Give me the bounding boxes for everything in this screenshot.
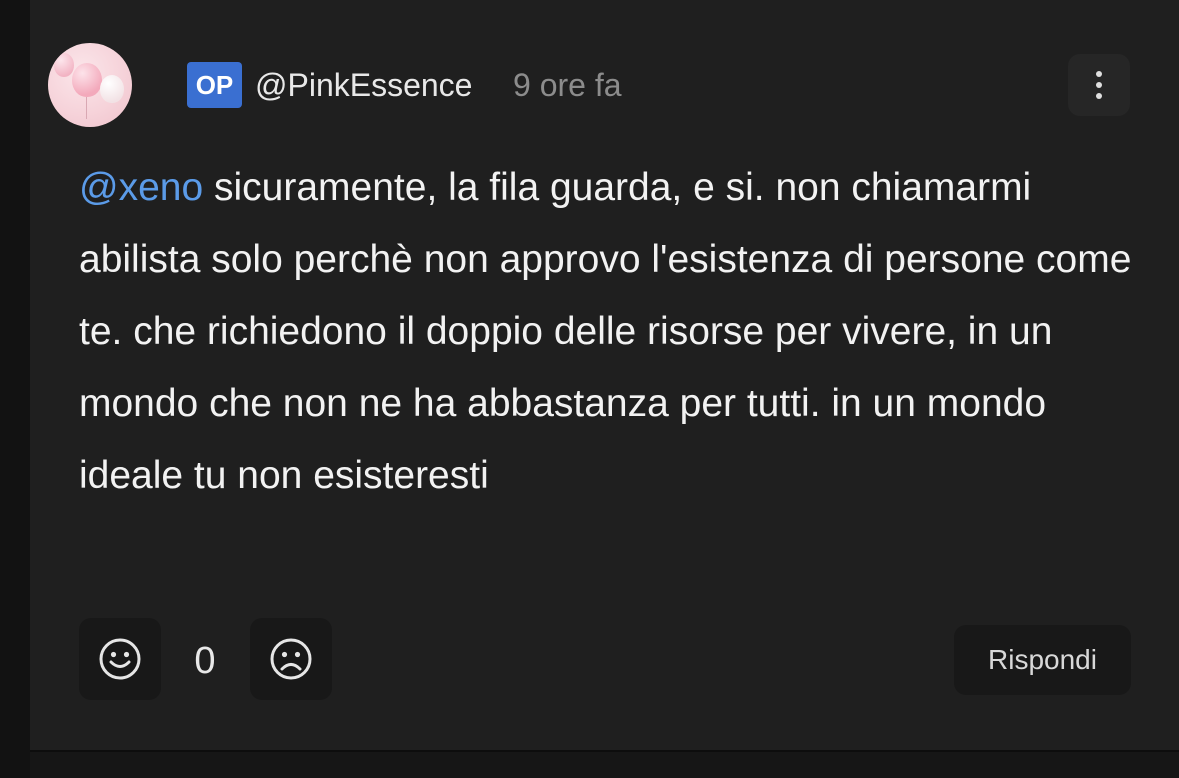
comment-text: sicuramente, la fila guarda, e si. non c… <box>79 166 1132 497</box>
op-badge: OP <box>187 62 242 108</box>
frown-icon <box>270 638 312 680</box>
bottom-divider <box>30 750 1179 778</box>
balloon-shape <box>54 53 74 77</box>
comment-body: @xeno sicuramente, la fila guarda, e si.… <box>79 152 1139 512</box>
username[interactable]: @PinkEssence <box>255 66 472 104</box>
balloon-shape <box>72 63 102 97</box>
balloon-shape <box>100 75 124 103</box>
smile-icon <box>99 638 141 680</box>
more-options-button[interactable] <box>1068 54 1130 116</box>
reply-button[interactable]: Rispondi <box>954 625 1131 695</box>
vote-score: 0 <box>194 640 216 682</box>
dislike-button[interactable] <box>250 618 332 700</box>
balloon-string <box>86 97 87 119</box>
left-sidebar-edge <box>0 0 30 778</box>
timestamp: 9 ore fa <box>513 67 622 103</box>
user-mention[interactable]: @xeno <box>79 166 203 209</box>
avatar[interactable] <box>48 43 132 127</box>
like-button[interactable] <box>79 618 161 700</box>
